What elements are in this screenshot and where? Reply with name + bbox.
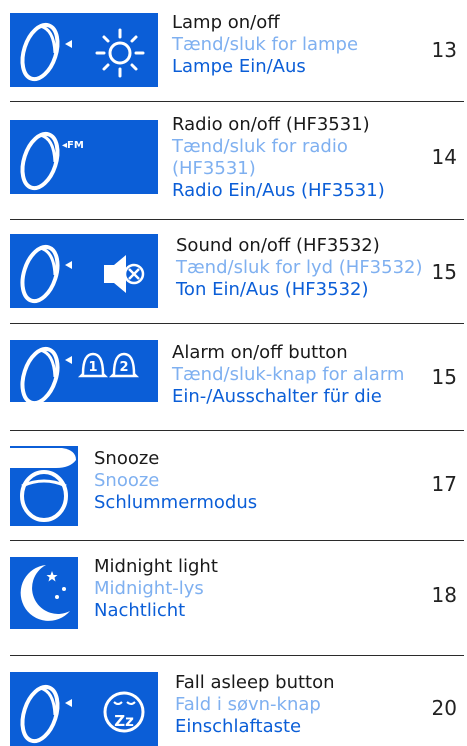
alarm-1-label: 1 bbox=[88, 360, 97, 375]
sound-mute-icon bbox=[10, 234, 158, 308]
item-title-da: Tænd/sluk for radio (HF3531) bbox=[172, 136, 348, 179]
item-title-en: Fall asleep button bbox=[175, 672, 335, 693]
divider bbox=[10, 219, 464, 220]
item-title-da: Midnight-lys bbox=[94, 578, 204, 599]
divider bbox=[10, 430, 464, 431]
item-title-de: Nachtlicht bbox=[94, 600, 186, 621]
item-title-en: Alarm on/off button bbox=[172, 342, 348, 363]
item-title-en: Snooze bbox=[94, 448, 160, 469]
item-title-de: Einschlaftaste bbox=[175, 716, 302, 737]
item-title-en: Radio on/off (HF3531) bbox=[172, 114, 370, 135]
item-title-da: Tænd/sluk for lampe bbox=[172, 34, 359, 55]
item-title-en: Midnight light bbox=[94, 556, 218, 577]
item-title-en: Sound on/off (HF3532) bbox=[176, 235, 380, 256]
item-title-da: Tænd/sluk for lyd (HF3532) bbox=[176, 257, 423, 278]
snooze-hand-icon bbox=[10, 446, 78, 526]
fm-label: ◂FM bbox=[62, 140, 84, 151]
lamp-icon bbox=[10, 13, 158, 87]
divider bbox=[10, 655, 464, 656]
item-title-de: Ton Ein/Aus (HF3532) bbox=[176, 279, 369, 300]
alarm-2-label: 2 bbox=[119, 360, 128, 375]
zz-label: Zz bbox=[114, 712, 134, 730]
divider bbox=[10, 101, 464, 102]
item-title-de: Radio Ein/Aus (HF3531) bbox=[172, 180, 385, 201]
page-number: 14 bbox=[431, 145, 457, 169]
item-title-da: Fald i søvn-knap bbox=[175, 694, 321, 715]
page-number: 15 bbox=[431, 365, 457, 389]
divider bbox=[10, 540, 464, 541]
page-number: 15 bbox=[431, 260, 457, 284]
item-title-de: Schlummermodus bbox=[94, 492, 258, 513]
moon-stars-icon bbox=[10, 557, 78, 629]
page-number: 17 bbox=[431, 472, 457, 496]
item-title-da: Snooze bbox=[94, 470, 160, 491]
item-title-de: Lampe Ein/Aus bbox=[172, 56, 306, 77]
alarm-bells-icon: 1 2 bbox=[10, 340, 158, 402]
page-number: 13 bbox=[431, 38, 457, 62]
sleep-face-icon: Zz bbox=[10, 672, 158, 746]
item-title-en: Lamp on/off bbox=[172, 12, 280, 33]
item-title-de: Ein-/Ausschalter für die bbox=[172, 386, 382, 407]
divider bbox=[10, 323, 464, 324]
radio-icon: ◂FM bbox=[10, 120, 158, 194]
page-number: 18 bbox=[431, 583, 457, 607]
page-number: 20 bbox=[431, 696, 457, 720]
item-title-da: Tænd/sluk-knap for alarm bbox=[172, 364, 405, 385]
